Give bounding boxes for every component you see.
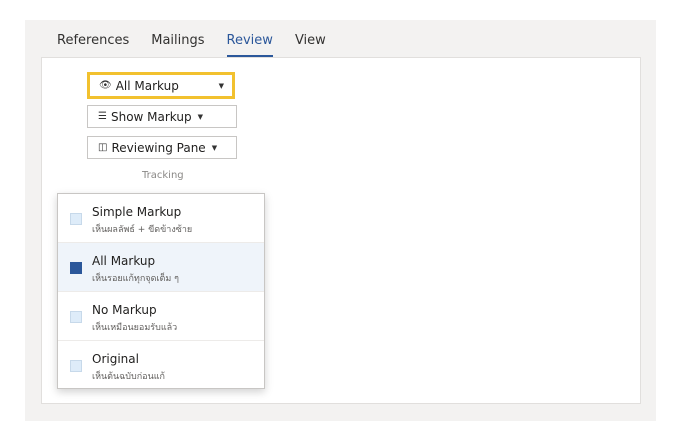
reviewing-pane-label: Reviewing Pane <box>111 140 206 155</box>
menu-item-no-markup[interactable]: No Markup เห็นเหมือนยอมรับแล้ว <box>58 292 264 341</box>
tracking-group-label: Tracking <box>142 170 184 181</box>
tab-view[interactable]: View <box>295 33 326 57</box>
menu-item-subtitle: เห็นต้นฉบับก่อนแก้ <box>92 372 165 382</box>
menu-item-title: No Markup <box>92 303 157 317</box>
menu-item-subtitle: เห็นผลลัพธ์ + ขีดข้างซ้าย <box>92 225 193 235</box>
menu-item-original[interactable]: Original เห็นต้นฉบับก่อนแก้ <box>58 341 264 390</box>
menu-item-subtitle: เห็นรอยแก้ทุกจุดเต็ม ๆ <box>92 274 179 284</box>
reviewing-pane-button[interactable]: ◫ Reviewing Pane ▼ <box>87 136 237 159</box>
menu-item-simple-markup[interactable]: Simple Markup เห็นผลลัพธ์ + ขีดข้างซ้าย <box>58 194 264 243</box>
caret-down-icon: ▼ <box>197 112 203 121</box>
menu-item-subtitle: เห็นเหมือนยอมรับแล้ว <box>92 323 178 333</box>
caret-down-icon: ▼ <box>218 81 224 90</box>
tab-references[interactable]: References <box>57 33 129 57</box>
list-icon: ☰ <box>98 111 107 122</box>
menu-item-title: Original <box>92 352 139 366</box>
display-for-review-dropdown[interactable]: 👁 All Markup ▼ <box>87 72 235 99</box>
show-markup-label: Show Markup <box>110 109 192 124</box>
checkbox-icon <box>70 360 82 372</box>
tab-mailings[interactable]: Mailings <box>151 33 204 57</box>
checkbox-checked-icon <box>70 262 82 274</box>
show-markup-button[interactable]: ☰ Show Markup ▼ <box>87 105 237 128</box>
checkbox-icon <box>70 213 82 225</box>
pane-icon: ◫ <box>98 142 108 153</box>
tab-review[interactable]: Review <box>226 33 273 57</box>
caret-down-icon: ▼ <box>211 143 218 152</box>
menu-item-title: Simple Markup <box>92 205 182 219</box>
menu-item-title: All Markup <box>92 254 156 268</box>
display-for-review-label: All Markup <box>115 78 179 93</box>
menu-item-all-markup[interactable]: All Markup เห็นรอยแก้ทุกจุดเต็ม ๆ <box>58 243 264 292</box>
eye-icon: 👁 <box>99 80 112 91</box>
ribbon-tabs: References Mailings Review View <box>57 33 348 57</box>
checkbox-icon <box>70 311 82 323</box>
markup-options-menu: Simple Markup เห็นผลลัพธ์ + ขีดข้างซ้าย … <box>57 193 265 389</box>
